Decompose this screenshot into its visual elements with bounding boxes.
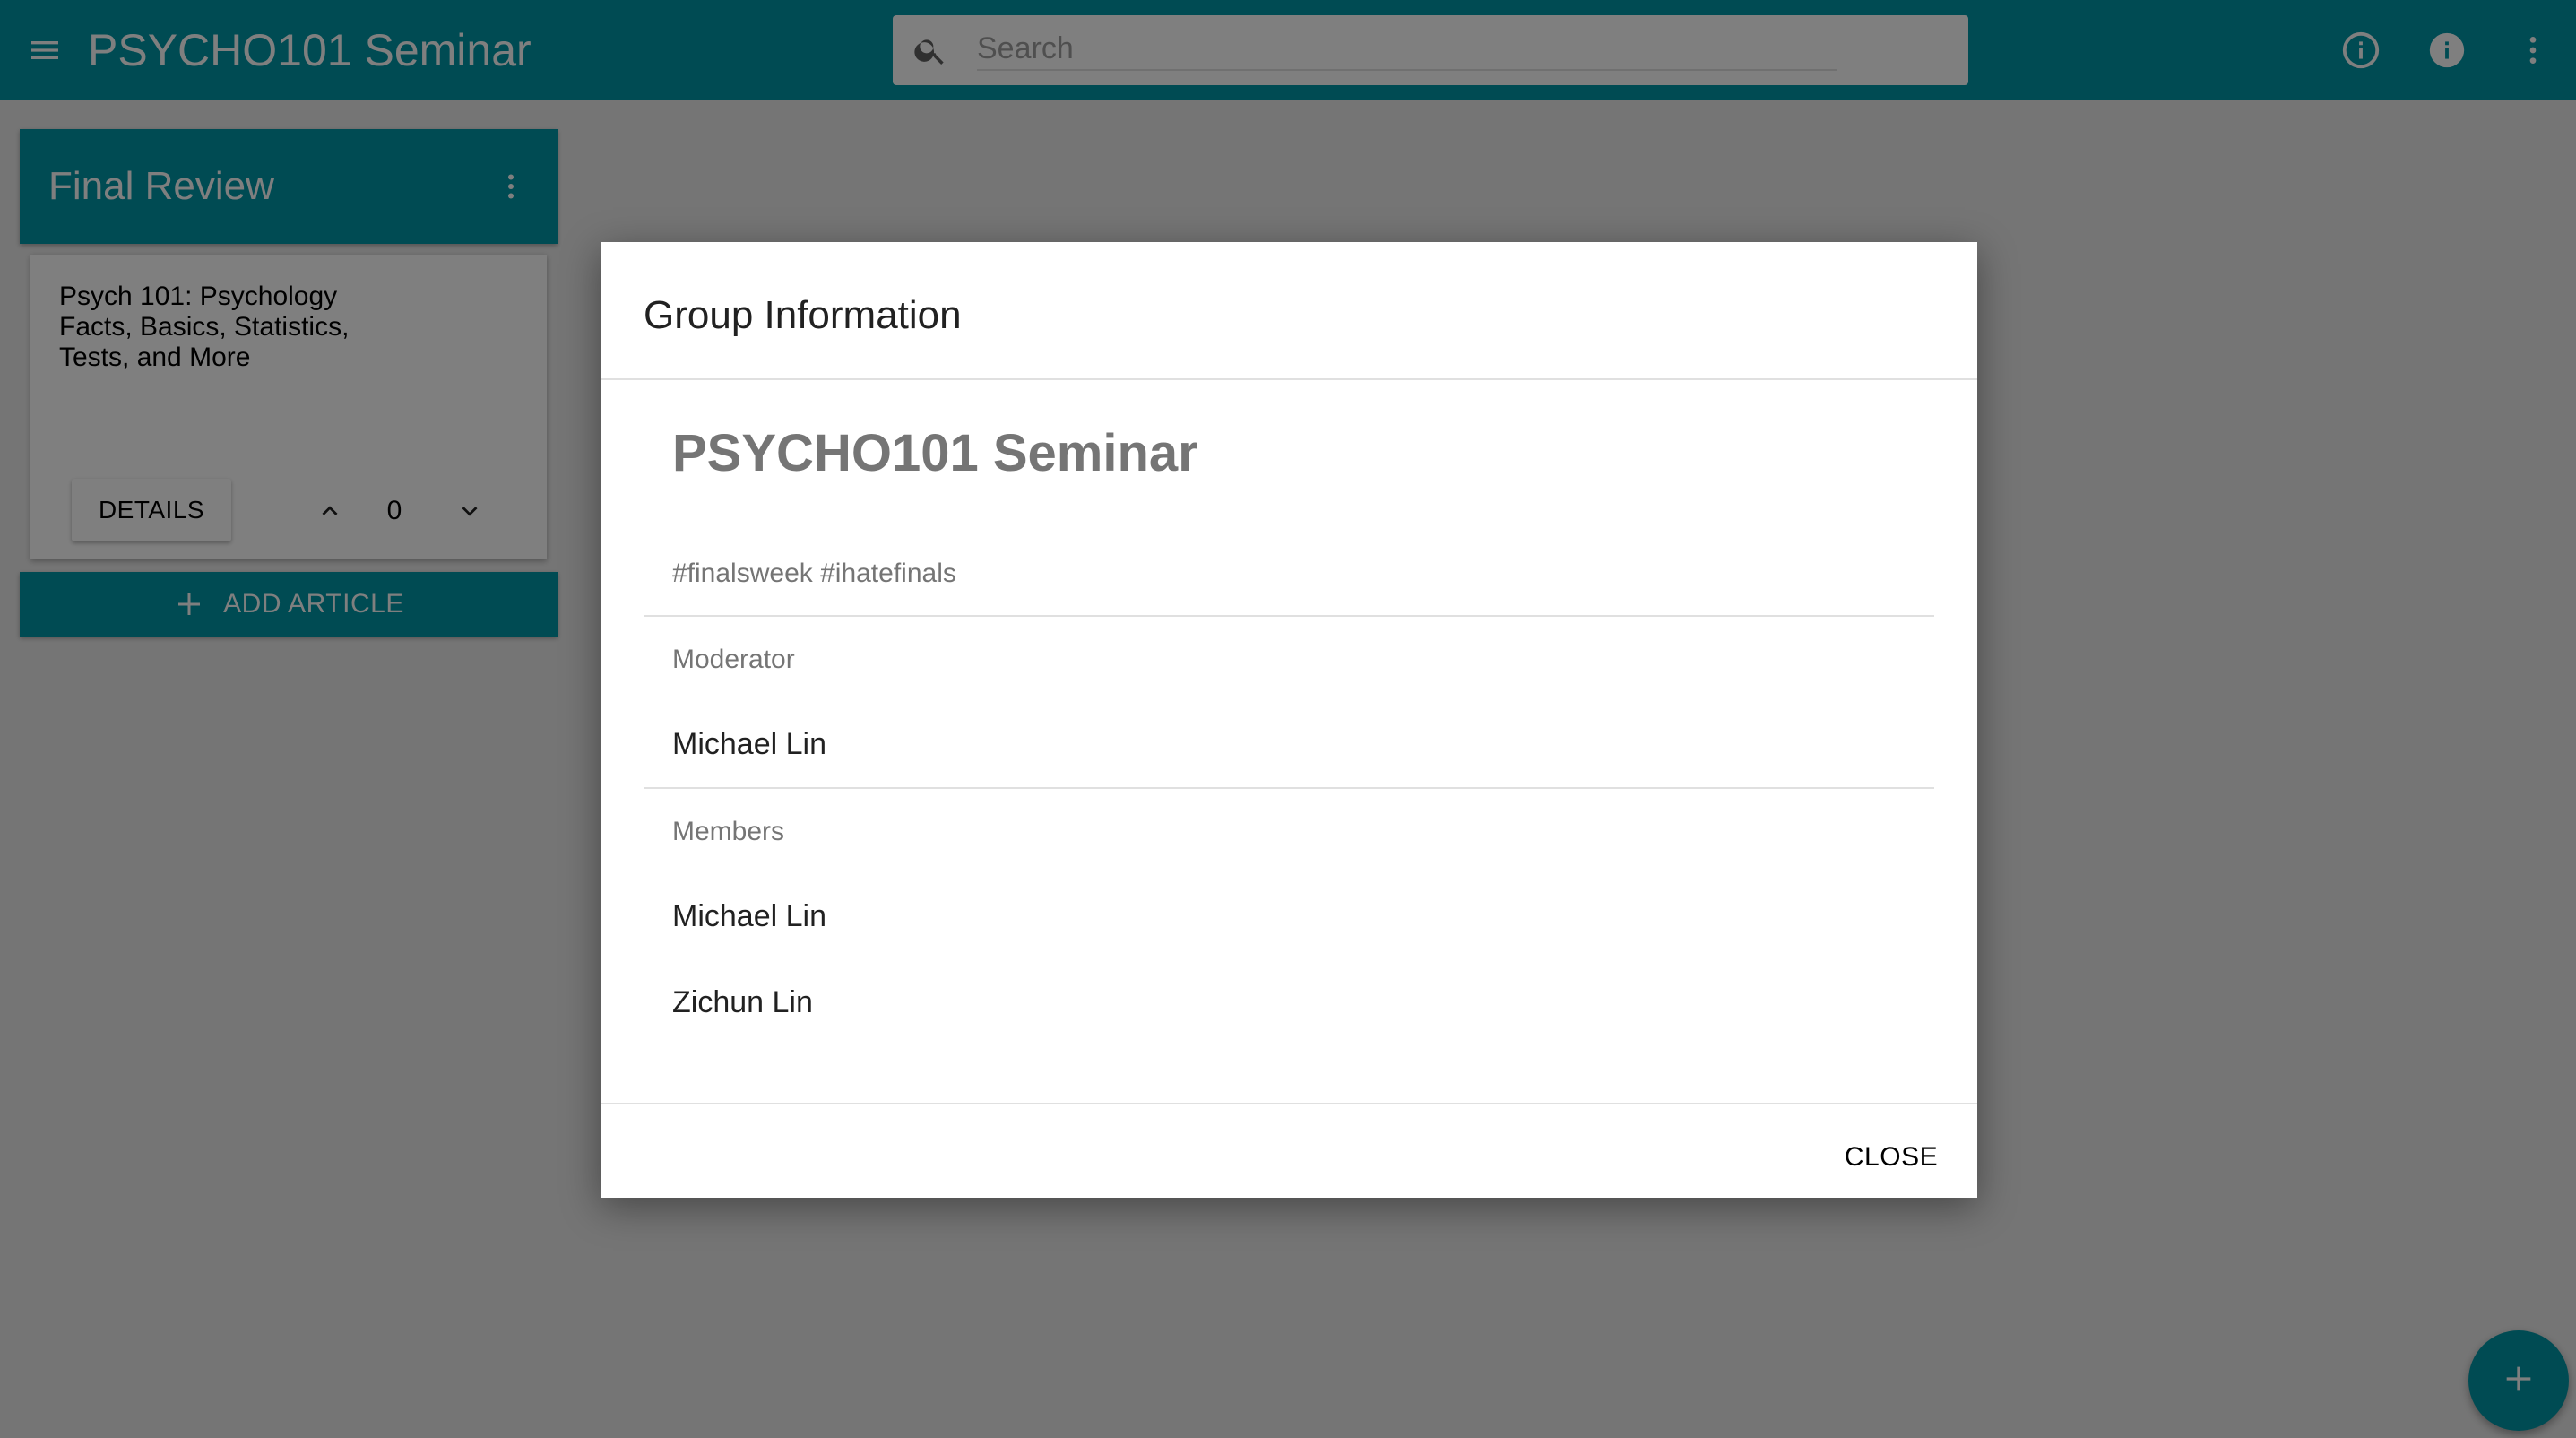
group-tags: #finalsweek #ihatefinals — [672, 559, 956, 588]
group-information-dialog: Group Information PSYCHO101 Seminar #fin… — [601, 242, 1977, 1198]
member-name: Michael Lin — [672, 899, 826, 933]
member-name: Zichun Lin — [672, 985, 813, 1019]
divider — [644, 787, 1934, 789]
group-name: PSYCHO101 Seminar — [672, 424, 1198, 482]
moderator-name: Michael Lin — [672, 727, 826, 761]
divider — [601, 378, 1977, 380]
divider — [601, 1103, 1977, 1104]
close-button[interactable]: CLOSE — [1830, 1133, 1952, 1182]
divider — [644, 615, 1934, 617]
members-label: Members — [672, 817, 785, 846]
dialog-title: Group Information — [644, 293, 962, 337]
moderator-label: Moderator — [672, 645, 795, 674]
